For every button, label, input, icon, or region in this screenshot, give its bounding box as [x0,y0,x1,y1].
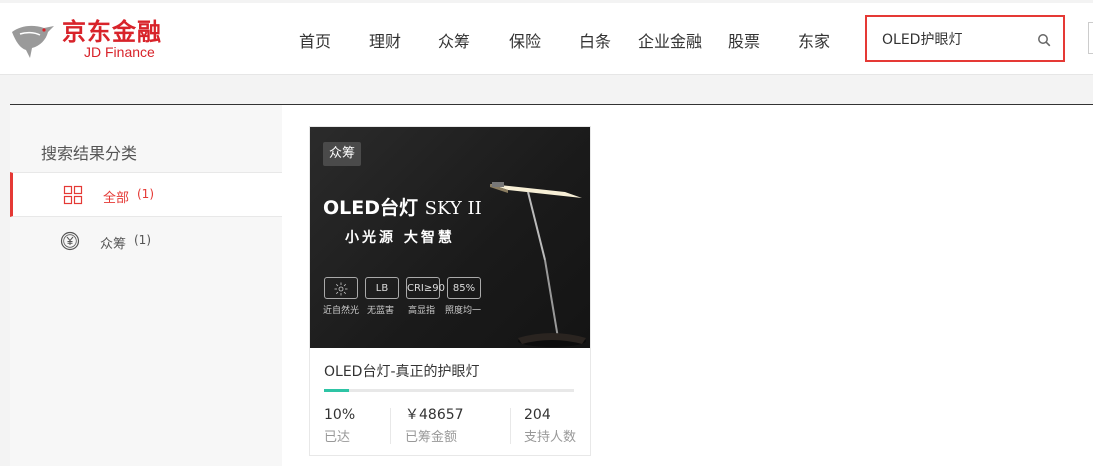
stat-supporters: 204 支持人数 [524,406,576,447]
feature-cri: CRI≥90 [406,277,445,299]
category-badge: 众筹 [323,142,362,166]
search-icon[interactable] [1037,33,1051,47]
stat-raised-amount: ￥48657 已筹金额 [405,406,464,447]
sidebar-title: 搜索结果分类 [41,144,138,163]
sidebar-item-label: 众筹 [100,237,127,252]
sidebar-item-count: (1) [134,233,151,247]
stat-value: 204 [524,407,551,423]
nav-item-insurance[interactable]: 保险 [509,31,541,53]
stat-reached: 10% 已达 [324,406,355,447]
oled-lamp-illustration [490,182,586,347]
funding-progress-fill [324,389,349,392]
nav-item-home[interactable]: 首页 [299,31,331,53]
top-strip [0,0,1093,3]
funding-progress-bar [324,389,574,392]
stat-value: 10% [324,407,356,423]
sidebar-item-crowdfunding[interactable]: 众筹 (1) [10,219,282,264]
nav-item-baitiao[interactable]: 白条 [579,31,611,53]
feature-label: 高显指 [408,306,436,316]
feature-lb: LB [365,277,399,299]
feature-label: 近自然光 [323,306,360,316]
stat-label: 已筹金额 [405,430,458,445]
search-input[interactable] [882,29,1032,49]
image-title-text: OLED台灯 [323,197,419,219]
sidebar-item-label: 全部 [103,191,130,206]
nav-item-wealth[interactable]: 理财 [369,31,401,53]
nav-item-dongjia[interactable]: 东家 [798,31,830,53]
jd-finance-logo[interactable]: 京东金融 JD Finance [10,18,185,62]
jd-bird-icon [12,25,54,58]
nav-item-enterprise[interactable]: 企业金融 [638,31,702,53]
grid-icon [63,185,83,205]
stat-value: ￥48657 [405,407,464,423]
sidebar-item-all[interactable]: 全部 (1) [10,172,282,217]
project-name[interactable]: OLED台灯-真正的护眼灯 [324,361,480,381]
brand-name-cn: 京东金融 [62,18,162,46]
top-header: 京东金融 JD Finance 首页 理财 众筹 保险 白条 企业金融 股票 东… [0,0,1093,75]
project-card[interactable]: 众筹 OLED台灯 SKY II 小光源 大智慧 LB CRI≥90 85% 近… [309,126,591,456]
search-box [865,15,1065,62]
feature-label: 无蓝害 [367,306,395,316]
nav-item-crowdfunding[interactable]: 众筹 [438,31,470,53]
image-title: OLED台灯 SKY II [323,193,482,220]
stat-divider [390,408,391,444]
project-image[interactable]: 众筹 OLED台灯 SKY II 小光源 大智慧 LB CRI≥90 85% 近… [310,127,590,348]
sidebar-item-count: (1) [137,187,154,201]
brand-name-en: JD Finance [84,44,155,60]
stat-label: 已达 [324,430,351,445]
category-sidebar: 搜索结果分类 全部 (1) 众筹 (1) [10,105,282,466]
image-slogan: 小光源 大智慧 [345,230,455,246]
yuan-coin-icon [60,231,80,251]
sunlight-icon [334,282,348,296]
feature-natural-light [324,277,358,299]
stat-label: 支持人数 [524,430,577,445]
user-area-edge[interactable] [1088,22,1093,54]
nav-item-stocks[interactable]: 股票 [728,31,760,53]
stat-divider [510,408,511,444]
